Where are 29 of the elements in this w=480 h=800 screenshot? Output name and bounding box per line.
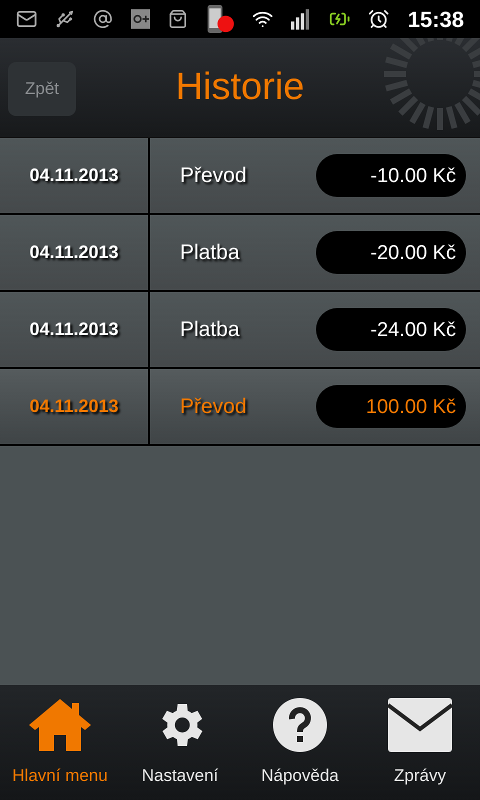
date-text: 04.11.2013: [29, 241, 119, 264]
transaction-row[interactable]: 04.11.2013 Převod -10.00 Kč: [0, 138, 480, 215]
transaction-row[interactable]: 04.11.2013 Platba -24.00 Kč: [0, 292, 480, 369]
transaction-row[interactable]: 04.11.2013 Převod 100.00 Kč: [0, 369, 480, 446]
status-time: 15:38: [408, 6, 464, 34]
amount-pill: -20.00 Kč: [316, 231, 466, 274]
date-text: 04.11.2013: [29, 318, 119, 341]
type-text: Převod: [180, 162, 247, 189]
signal-icon: [291, 6, 312, 32]
date-text: 04.11.2013: [29, 395, 119, 418]
help-icon: [272, 697, 328, 753]
amount-pill: 100.00 Kč: [316, 385, 466, 428]
nav-tab[interactable]: Zprávy: [360, 685, 480, 800]
type-text: Platba: [180, 316, 240, 343]
type-text: Platba: [180, 240, 240, 266]
amount-pill: -10.00 Kč: [316, 154, 466, 197]
nav-tab[interactable]: Nastavení: [120, 685, 240, 800]
amount-pill: -24.00 Kč: [316, 308, 466, 351]
back-button[interactable]: Zpět: [8, 62, 76, 116]
date-text: 04.11.2013: [29, 164, 119, 187]
envelope-icon: [387, 697, 453, 753]
shopping-bag-icon: [168, 7, 188, 31]
plus-app-icon: [130, 7, 150, 31]
page-title: Historie: [176, 65, 304, 110]
nav-tab[interactable]: Hlavní menu: [0, 685, 120, 800]
transaction-row[interactable]: 04.11.2013 Platba -20.00 Kč: [0, 215, 480, 292]
home-icon: [27, 697, 93, 753]
type-text: Převod: [180, 394, 247, 420]
nav-tab[interactable]: Nápověda: [240, 685, 360, 800]
